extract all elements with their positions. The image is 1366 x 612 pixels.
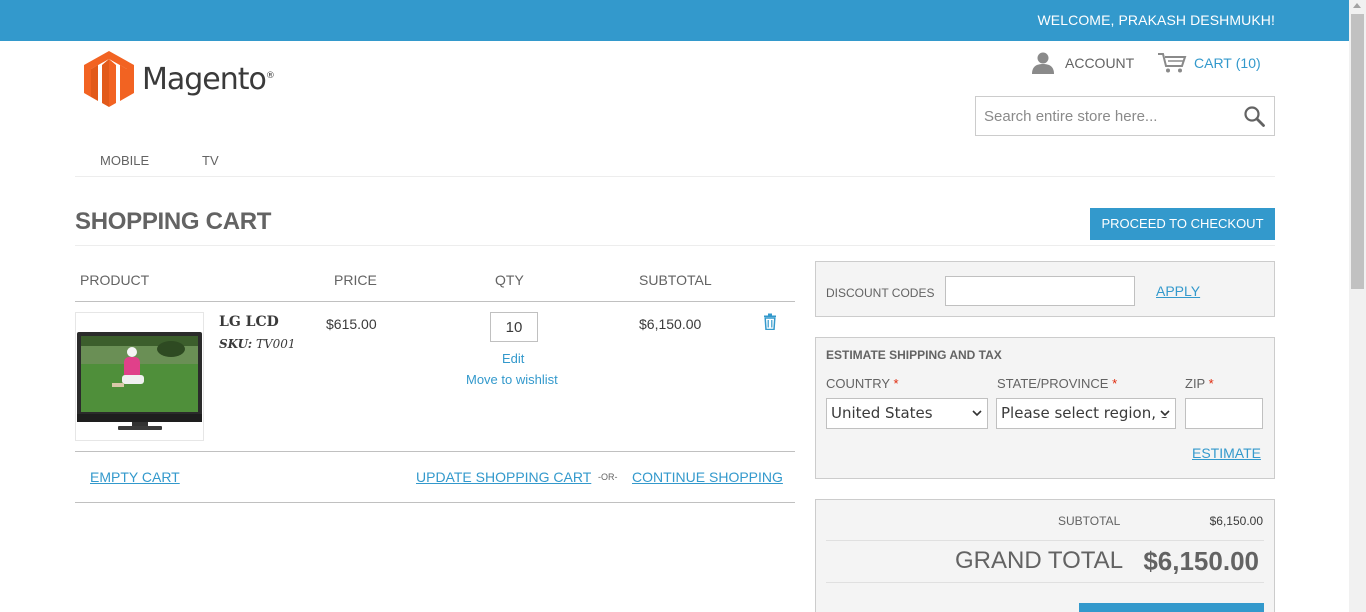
chevron-down-icon (1160, 409, 1170, 417)
subtotal-value: $6,150.00 (1209, 514, 1263, 528)
state-label: STATE/PROVINCE * (997, 376, 1118, 391)
country-select[interactable]: United States (826, 398, 988, 429)
top-bar: WELCOME, PRAKASH DESHMUKH! (0, 0, 1349, 41)
magento-logo[interactable]: Magento® (84, 51, 275, 107)
or-separator: -OR- (598, 472, 618, 482)
welcome-message: WELCOME, PRAKASH DESHMUKH! (1037, 12, 1275, 28)
product-name[interactable]: LG LCD (219, 314, 279, 330)
product-image[interactable] (75, 312, 204, 441)
chevron-down-icon (972, 409, 982, 417)
scroll-up-arrow-icon[interactable] (1353, 3, 1361, 8)
grand-total-value: $6,150.00 (1143, 546, 1259, 576)
estimate-link[interactable]: ESTIMATE (1192, 445, 1261, 461)
column-header-product: PRODUCT (80, 272, 150, 288)
grand-total-label: GRAND TOTAL (955, 547, 1124, 574)
account-link[interactable]: ACCOUNT (1031, 52, 1134, 74)
estimate-shipping-title: ESTIMATE SHIPPING AND TAX (826, 348, 1002, 362)
totals-divider (826, 582, 1264, 583)
subtotal-label: SUBTOTAL (1058, 514, 1121, 528)
edit-item-link[interactable]: Edit (502, 351, 524, 366)
table-row-divider (75, 451, 795, 452)
search-box (975, 96, 1275, 136)
page-title: SHOPPING CART (75, 208, 272, 235)
table-footer-divider (75, 502, 795, 503)
product-subtotal: $6,150.00 (639, 316, 702, 332)
move-to-wishlist-link[interactable]: Move to wishlist (466, 372, 558, 387)
column-header-qty: QTY (495, 272, 524, 288)
discount-code-input[interactable] (945, 276, 1135, 306)
zip-label: ZIP * (1185, 376, 1214, 391)
update-shopping-cart-link[interactable]: UPDATE SHOPPING CART (416, 469, 591, 485)
account-label: ACCOUNT (1065, 55, 1135, 71)
main-nav: MOBILE TV (75, 145, 1275, 177)
proceed-to-checkout-button[interactable]: PROCEED TO CHECKOUT (1090, 208, 1275, 240)
quantity-input[interactable] (490, 312, 538, 342)
cart-icon (1158, 53, 1187, 73)
cart-count: (10) (1235, 55, 1261, 71)
page-scrollbar[interactable] (1349, 0, 1366, 612)
trash-icon[interactable] (763, 313, 777, 330)
tv-product-image (77, 332, 202, 430)
scrollbar-thumb[interactable] (1351, 14, 1364, 289)
cart-label: CART (1194, 55, 1232, 71)
state-select[interactable]: Please select region, s (996, 398, 1176, 429)
country-label: COUNTRY * (826, 376, 899, 391)
nav-item-mobile[interactable]: MOBILE (100, 153, 149, 168)
discount-codes-label: DISCOUNT CODES (826, 286, 935, 300)
user-icon (1032, 52, 1054, 74)
search-icon[interactable] (1244, 106, 1265, 127)
search-input[interactable] (976, 97, 1236, 135)
product-sku: SKU: TV001 (219, 337, 296, 351)
discount-codes-panel: DISCOUNT CODES APPLY (815, 261, 1275, 317)
continue-shopping-link[interactable]: CONTINUE SHOPPING (632, 469, 783, 485)
column-header-subtotal: SUBTOTAL (639, 272, 712, 288)
cart-link[interactable]: CART (10) (1157, 52, 1261, 74)
totals-divider (826, 540, 1264, 541)
apply-discount-link[interactable]: APPLY (1156, 283, 1200, 299)
empty-cart-link[interactable]: EMPTY CART (90, 469, 180, 485)
product-price: $615.00 (326, 316, 377, 332)
title-divider (75, 245, 1275, 246)
table-header-divider (75, 301, 795, 302)
estimate-shipping-panel: ESTIMATE SHIPPING AND TAX COUNTRY * STAT… (815, 337, 1275, 479)
nav-item-tv[interactable]: TV (202, 153, 219, 168)
magento-logo-icon (84, 51, 134, 107)
cart-totals-panel: SUBTOTAL $6,150.00 GRAND TOTAL $6,150.00 (815, 499, 1275, 612)
logo-text: Magento® (142, 61, 275, 97)
proceed-to-checkout-bottom-button[interactable] (1079, 603, 1264, 612)
zip-input[interactable] (1185, 398, 1263, 429)
column-header-price: PRICE (334, 272, 377, 288)
